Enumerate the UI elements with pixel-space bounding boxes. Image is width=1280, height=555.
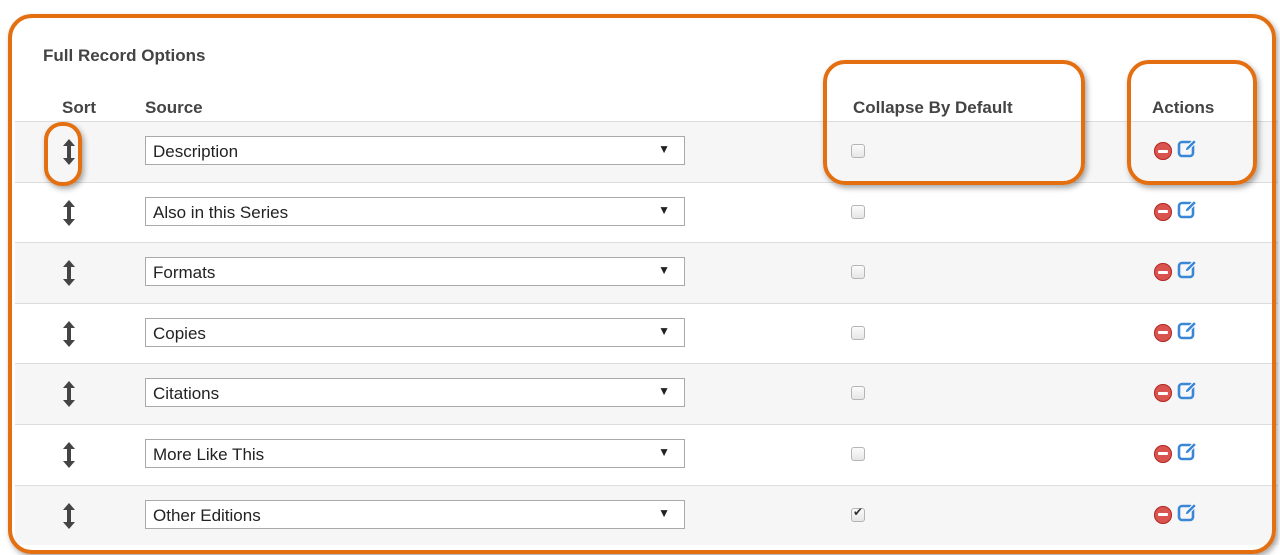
highlight-actions-column bbox=[1127, 60, 1257, 185]
highlight-sort-icon bbox=[44, 122, 82, 186]
highlight-outline-panel bbox=[8, 14, 1276, 554]
highlight-collapse-column bbox=[823, 60, 1085, 185]
